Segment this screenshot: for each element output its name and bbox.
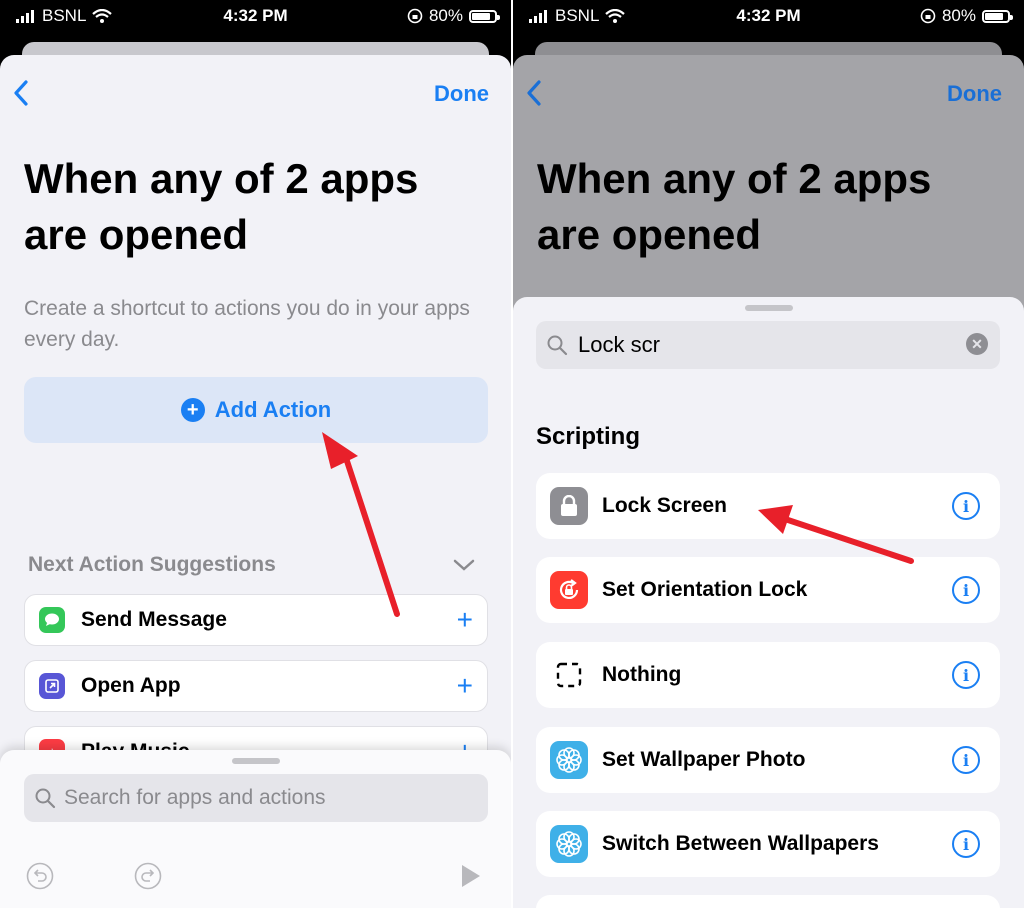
annotation-arrow	[322, 432, 400, 617]
left-phone-screen: BSNL 4:32 PM 80% Done When any of 2 apps…	[0, 0, 511, 908]
annotation-arrow	[758, 505, 914, 564]
right-phone-screen: BSNL 4:32 PM 80% Done When any of 2 apps…	[513, 0, 1024, 908]
